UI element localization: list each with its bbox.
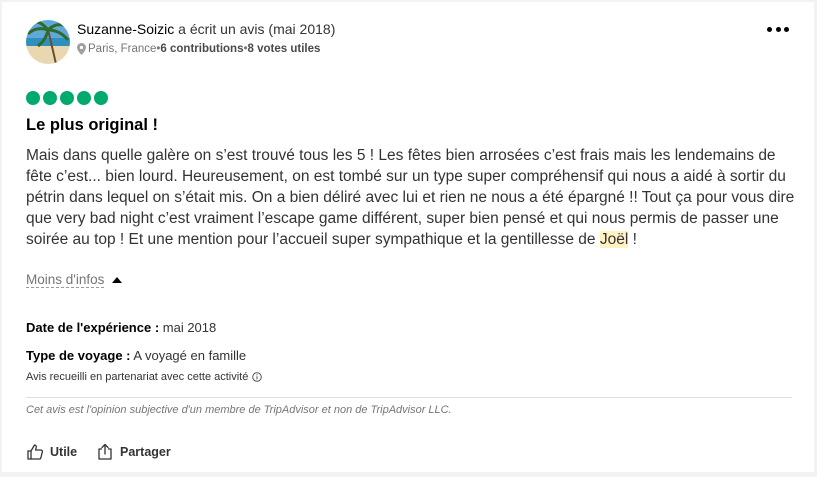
collected-note: Avis recueilli en partenariat avec cette…	[26, 371, 263, 383]
rating-bubble	[26, 91, 40, 105]
experience-date-label: Date de l'expérience :	[26, 320, 160, 335]
more-horizontal-icon	[767, 26, 772, 32]
review-body-text: Mais dans quelle galère on s’est trouvé …	[26, 147, 795, 248]
less-info-label: Moins d'infos	[26, 272, 105, 288]
share-button[interactable]: Partager	[96, 443, 171, 461]
review-title[interactable]: Le plus original !	[26, 114, 158, 136]
author-line: Suzanne-Soizic a écrit un avis (mai 2018…	[77, 20, 335, 38]
thumbs-up-icon	[27, 444, 44, 460]
review-body: Mais dans quelle galère on s’est trouvé …	[26, 145, 796, 250]
more-dot	[784, 26, 789, 32]
contributions-count: 6 contributions	[160, 43, 244, 55]
caret-up-icon	[112, 277, 123, 283]
review-card: Suzanne-Soizic a écrit un avis (mai 2018…	[2, 2, 814, 472]
share-label: Partager	[120, 445, 171, 459]
info-icon[interactable]	[252, 372, 263, 382]
author-location: Paris, France	[88, 43, 157, 55]
rating-bubble	[77, 91, 91, 105]
helpful-button[interactable]: Utile	[26, 443, 77, 461]
divider	[26, 397, 792, 398]
rating-bubble	[94, 91, 108, 105]
rating-bubble	[60, 91, 74, 105]
experience-date-value: mai 2018	[159, 320, 217, 335]
rating-bubble	[43, 91, 57, 105]
avatar[interactable]	[26, 20, 70, 64]
more-dot	[775, 26, 781, 32]
trip-type-label: Type de voyage :	[26, 348, 131, 363]
trip-type-value: A voyagé en famille	[130, 348, 247, 363]
helpful-label: Utile	[50, 445, 78, 459]
helpful-votes-count: 8 votes utiles	[247, 43, 321, 55]
more-options-button[interactable]	[767, 24, 789, 34]
experience-date: Date de l'expérience : mai 2018	[26, 320, 216, 336]
collected-note-text: Avis recueilli en partenariat avec cette…	[26, 371, 249, 383]
disclaimer: Cet avis est l'opinion subjective d'un m…	[26, 404, 452, 416]
rating-bubbles	[26, 91, 108, 105]
map-pin-icon	[77, 43, 86, 55]
review-body-end: !	[628, 231, 637, 248]
highlighted-name: Joël	[599, 231, 629, 248]
trip-type: Type de voyage : A voyagé en famille	[26, 348, 246, 364]
share-icon	[98, 443, 112, 460]
author-meta: Paris, France • 6 contributions • 8 vote…	[77, 42, 320, 56]
author-action: a écrit un avis (mai 2018)	[174, 21, 336, 37]
less-info-toggle[interactable]: Moins d'infos	[26, 272, 123, 288]
author-name[interactable]: Suzanne-Soizic	[77, 21, 174, 37]
